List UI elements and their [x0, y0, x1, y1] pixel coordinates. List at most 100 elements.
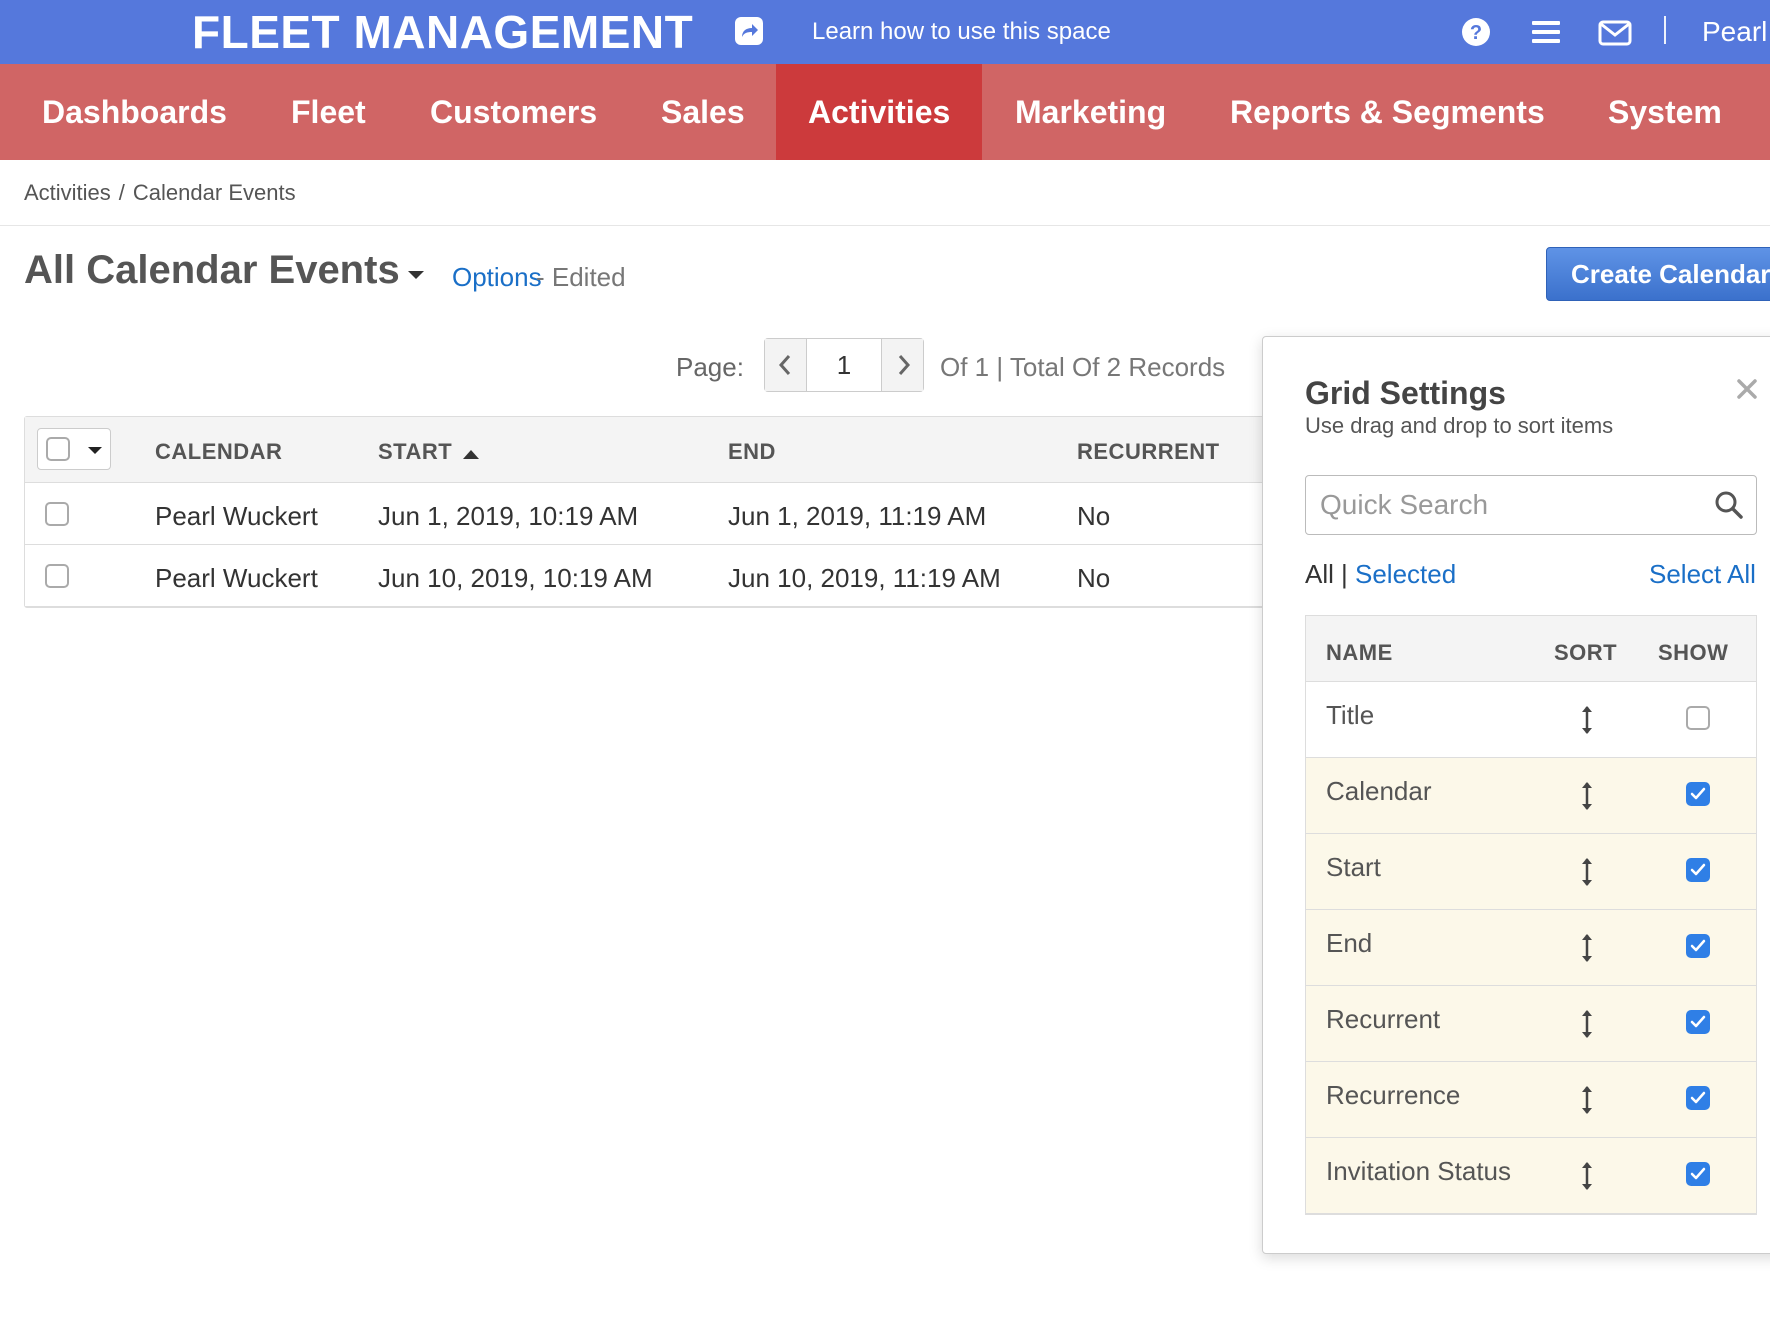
- top-separator: [1664, 16, 1666, 44]
- columns-table-header: NAME SORT SHOW: [1306, 616, 1756, 682]
- nav-marketing[interactable]: Marketing: [983, 64, 1198, 160]
- filter-all[interactable]: All: [1305, 559, 1334, 590]
- cell-recurrent: No: [1077, 563, 1111, 593]
- column-setting-row[interactable]: Recurrent: [1306, 986, 1756, 1062]
- nav-system[interactable]: System: [1576, 64, 1754, 160]
- top-bar: FLEET MANAGEMENT Learn how to use this s…: [0, 0, 1770, 64]
- filter-separator: |: [1341, 559, 1348, 589]
- drag-sort-icon[interactable]: [1580, 780, 1594, 812]
- mass-select-dropdown[interactable]: [37, 428, 111, 470]
- columns-table: NAME SORT SHOW Title Calendar Start End Recu…: [1305, 615, 1757, 1215]
- drag-sort-icon[interactable]: [1580, 1008, 1594, 1040]
- nav-dashboards[interactable]: Dashboards: [10, 64, 259, 160]
- options-link[interactable]: Options: [452, 262, 542, 293]
- filter-selected[interactable]: Selected: [1355, 559, 1456, 590]
- column-setting-name: Calendar: [1326, 776, 1432, 806]
- column-header-start[interactable]: START: [378, 439, 452, 465]
- breadcrumb: Activities / Calendar Events: [24, 180, 296, 206]
- nav-sales[interactable]: Sales: [629, 64, 777, 160]
- main-nav: Dashboards Fleet Customers Sales Activit…: [0, 64, 1770, 160]
- header-divider: [0, 225, 1770, 226]
- column-setting-row[interactable]: Recurrence: [1306, 1062, 1756, 1138]
- chevron-left-icon: [778, 355, 791, 375]
- page-title: All Calendar Events: [24, 248, 400, 292]
- column-setting-name: Recurrence: [1326, 1080, 1461, 1110]
- quick-search-input[interactable]: [1320, 476, 1700, 534]
- svg-text:?: ?: [1470, 22, 1482, 44]
- quick-search: [1305, 475, 1757, 535]
- show-column-checkbox[interactable]: [1686, 934, 1710, 958]
- drag-sort-icon[interactable]: [1580, 1160, 1594, 1192]
- pager: 1: [764, 338, 924, 392]
- share-icon[interactable]: [734, 16, 764, 46]
- menu-icon[interactable]: [1530, 14, 1562, 50]
- prev-page-button[interactable]: [765, 339, 807, 391]
- edited-label: - Edited: [536, 262, 626, 292]
- breadcrumb-activities[interactable]: Activities: [24, 180, 111, 205]
- column-setting-name: Title: [1326, 700, 1375, 730]
- chevron-right-icon: [898, 355, 911, 375]
- grid-settings-title: Grid Settings: [1305, 375, 1506, 411]
- view-dropdown-caret-icon[interactable]: [408, 271, 424, 279]
- page-number-input[interactable]: 1: [807, 339, 881, 391]
- select-all-checkbox[interactable]: [46, 437, 70, 461]
- column-setting-row[interactable]: End: [1306, 910, 1756, 986]
- next-page-button[interactable]: [881, 339, 923, 391]
- drag-sort-icon[interactable]: [1580, 932, 1594, 964]
- show-column-checkbox[interactable]: [1686, 1162, 1710, 1186]
- nav-fleet[interactable]: Fleet: [259, 64, 398, 160]
- column-setting-row[interactable]: Start: [1306, 834, 1756, 910]
- cell-recurrent: No: [1077, 501, 1111, 531]
- column-header-calendar[interactable]: CALENDAR: [155, 439, 282, 465]
- cell-end: Jun 1, 2019, 11:19 AM: [728, 501, 987, 531]
- cell-calendar: Pearl Wuckert: [155, 563, 318, 593]
- drag-sort-icon[interactable]: [1580, 1084, 1594, 1116]
- checkmark-icon: [1690, 787, 1706, 800]
- column-header-end[interactable]: END: [728, 439, 776, 465]
- nav-customers[interactable]: Customers: [398, 64, 629, 160]
- nav-activities[interactable]: Activities: [776, 64, 982, 160]
- table-row[interactable]: Pearl Wuckert Jun 1, 2019, 10:19 AM Jun …: [25, 483, 1325, 545]
- drag-sort-icon[interactable]: [1580, 704, 1594, 736]
- search-icon[interactable]: [1714, 490, 1744, 520]
- select-all-link[interactable]: Select All: [1649, 559, 1756, 590]
- calendar-events-grid: CALENDAR START END RECURRENT Pearl Wucke…: [24, 416, 1325, 608]
- sort-ascending-icon: [463, 450, 479, 459]
- column-setting-name: Invitation Status: [1326, 1156, 1511, 1186]
- mail-icon[interactable]: [1598, 14, 1632, 50]
- row-checkbox[interactable]: [45, 564, 69, 588]
- learn-link[interactable]: Learn how to use this space: [812, 18, 1111, 46]
- cell-start: Jun 10, 2019, 10:19 AM: [378, 563, 653, 593]
- show-column-checkbox[interactable]: [1686, 1086, 1710, 1110]
- breadcrumb-calendar-events: Calendar Events: [132, 180, 296, 205]
- help-icon[interactable]: ?: [1460, 14, 1492, 50]
- cell-start: Jun 1, 2019, 10:19 AM: [378, 501, 639, 531]
- close-icon[interactable]: [1735, 377, 1759, 401]
- checkmark-icon: [1690, 863, 1706, 876]
- user-menu[interactable]: Pearl: [1702, 16, 1767, 48]
- table-row[interactable]: Pearl Wuckert Jun 10, 2019, 10:19 AM Jun…: [25, 545, 1325, 607]
- column-setting-row[interactable]: Calendar: [1306, 758, 1756, 834]
- column-setting-row[interactable]: Invitation Status: [1306, 1138, 1756, 1214]
- show-column-checkbox[interactable]: [1686, 706, 1710, 730]
- pager-label: Page:: [676, 352, 744, 382]
- show-column-checkbox[interactable]: [1686, 782, 1710, 806]
- column-header-recurrent[interactable]: RECURRENT: [1077, 439, 1220, 465]
- nav-reports-segments[interactable]: Reports & Segments: [1198, 64, 1577, 160]
- header-sort: SORT: [1554, 640, 1618, 665]
- row-checkbox[interactable]: [45, 502, 69, 526]
- column-setting-row[interactable]: Title: [1306, 682, 1756, 758]
- caret-down-icon[interactable]: [88, 447, 102, 454]
- show-column-checkbox[interactable]: [1686, 1010, 1710, 1034]
- checkmark-icon: [1690, 939, 1706, 952]
- drag-sort-icon[interactable]: [1580, 856, 1594, 888]
- show-column-checkbox[interactable]: [1686, 858, 1710, 882]
- create-calendar-event-button[interactable]: Create Calendar: [1546, 247, 1770, 301]
- grid-header: CALENDAR START END RECURRENT: [25, 417, 1325, 483]
- column-setting-name: Start: [1326, 852, 1381, 882]
- app-brand[interactable]: FLEET MANAGEMENT: [192, 4, 693, 60]
- header-show: SHOW: [1658, 640, 1729, 665]
- column-setting-name: End: [1326, 928, 1373, 958]
- cell-end: Jun 10, 2019, 11:19 AM: [728, 563, 1001, 593]
- grid-settings-panel: Grid Settings Use drag and drop to sort …: [1262, 336, 1770, 1254]
